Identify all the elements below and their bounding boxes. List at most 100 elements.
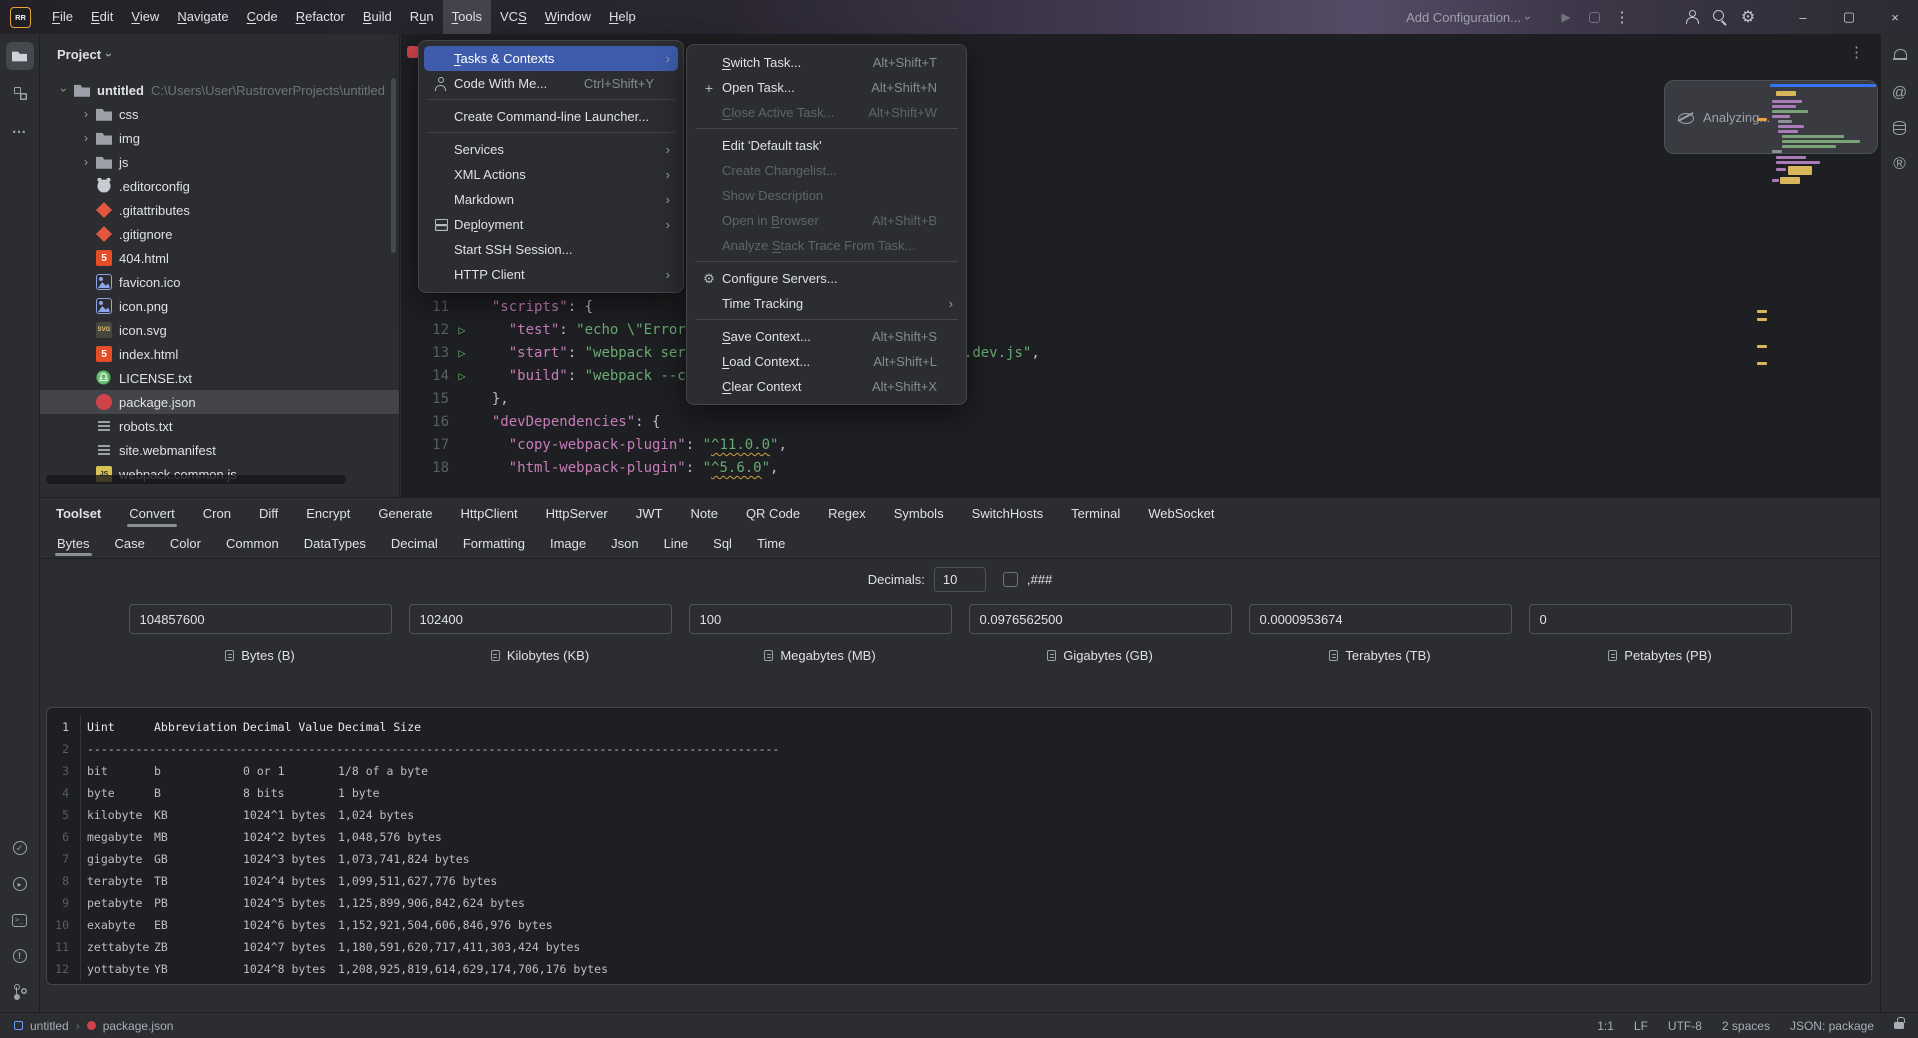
version-control-tool-button[interactable] — [6, 978, 34, 1006]
statusbar-widget[interactable]: JSON: package — [1790, 1019, 1874, 1033]
more-tool-windows-button[interactable]: … — [6, 114, 34, 142]
convert-subtab[interactable]: Color — [170, 529, 201, 558]
toolset-tab[interactable]: SwitchHosts — [972, 498, 1044, 529]
run-tool-button[interactable]: ▸ — [6, 870, 34, 898]
close-button[interactable]: × — [1872, 0, 1918, 34]
toolset-tab[interactable]: Convert — [129, 498, 175, 529]
converter-input[interactable] — [1529, 604, 1792, 634]
tree-item[interactable]: .gitignore — [40, 222, 399, 246]
toolset-tab[interactable]: Symbols — [894, 498, 944, 529]
statusbar-widget[interactable]: UTF-8 — [1668, 1019, 1702, 1033]
convert-subtab[interactable]: DataTypes — [304, 529, 366, 558]
search-everywhere-button[interactable] — [1706, 3, 1734, 31]
menu-item[interactable]: Open in Browser Alt+Shift+B — [692, 208, 961, 233]
convert-subtab[interactable]: Bytes — [57, 529, 90, 558]
minimize-button[interactable]: – — [1780, 0, 1826, 34]
toolset-tab[interactable]: HttpServer — [546, 498, 608, 529]
menubar-item[interactable]: VCS — [491, 0, 536, 34]
code-with-me-button[interactable] — [1678, 3, 1706, 31]
tree-item[interactable]: index.html — [40, 342, 399, 366]
statusbar-widget[interactable]: LF — [1634, 1019, 1648, 1033]
menu-item[interactable]: Clear Context Alt+Shift+X — [692, 374, 961, 399]
toolset-tab[interactable]: Cron — [203, 498, 231, 529]
tree-item[interactable]: css — [40, 102, 399, 126]
toolset-tab[interactable]: Regex — [828, 498, 866, 529]
run-options-button[interactable] — [1580, 3, 1608, 31]
menu-item[interactable]: Show Description — [692, 183, 961, 208]
thousands-separator-checkbox[interactable] — [1003, 572, 1018, 587]
menubar-item[interactable]: Navigate — [168, 0, 237, 34]
converter-input[interactable] — [689, 604, 952, 634]
menubar-item[interactable]: Help — [600, 0, 645, 34]
toolset-tab[interactable]: QR Code — [746, 498, 800, 529]
problems-tool-button[interactable]: ! — [6, 942, 34, 970]
rust-tool-button[interactable]: ® — [1886, 150, 1914, 178]
toolset-tab[interactable]: Note — [690, 498, 717, 529]
menubar-item[interactable]: Refactor — [287, 0, 354, 34]
menu-item[interactable]: Start SSH Session... — [424, 237, 678, 262]
tree-item[interactable]: LICENSE.txt — [40, 366, 399, 390]
editor-error-stripe[interactable] — [1757, 0, 1767, 497]
units-reference-table[interactable]: 1 Uint Abbreviation Decimal Value Decima… — [46, 707, 1872, 985]
project-horizontal-scrollbar[interactable] — [46, 475, 346, 484]
terminal-tool-button[interactable]: >_ — [6, 906, 34, 934]
convert-subtab[interactable]: Time — [757, 529, 785, 558]
menu-item[interactable]: Markdown — [424, 187, 678, 212]
tab-options-icon[interactable]: ⋮ — [1849, 43, 1864, 61]
tree-item[interactable]: js — [40, 150, 399, 174]
menu-item[interactable]: Configure Servers... — [692, 266, 961, 291]
tree-item[interactable]: icon.svg — [40, 318, 399, 342]
menu-item[interactable]: HTTP Client — [424, 262, 678, 287]
settings-button[interactable]: ⚙ — [1734, 3, 1762, 31]
menu-item[interactable]: Create Changelist... — [692, 158, 961, 183]
toolset-tab[interactable]: Diff — [259, 498, 278, 529]
menu-item[interactable]: Services — [424, 137, 678, 162]
notifications-button[interactable] — [1886, 42, 1914, 70]
menu-item[interactable]: Switch Task... Alt+Shift+T — [692, 50, 961, 75]
menubar-item[interactable]: Tools — [443, 0, 491, 34]
decimals-input[interactable] — [934, 567, 986, 592]
structure-tool-button[interactable] — [6, 78, 34, 106]
menu-item[interactable]: Close Active Task... Alt+Shift+W — [692, 100, 961, 125]
menubar-item[interactable]: Code — [238, 0, 287, 34]
toolset-tab[interactable]: HttpClient — [461, 498, 518, 529]
toolset-title[interactable]: Toolset — [56, 506, 101, 521]
menu-item[interactable]: Save Context... Alt+Shift+S — [692, 324, 961, 349]
copy-icon[interactable] — [1047, 650, 1056, 661]
convert-subtab[interactable]: Sql — [713, 529, 732, 558]
tree-item[interactable]: robots.txt — [40, 414, 399, 438]
run-configuration-selector[interactable]: Add Configuration... — [1406, 10, 1530, 25]
tree-item[interactable]: .gitattributes — [40, 198, 399, 222]
tree-item[interactable]: favicon.ico — [40, 270, 399, 294]
menubar-item[interactable]: Build — [354, 0, 401, 34]
menu-item[interactable]: Time Tracking — [692, 291, 961, 316]
menubar-item[interactable]: File — [43, 0, 82, 34]
breadcrumb-project[interactable]: untitled — [30, 1019, 69, 1033]
statusbar-widget[interactable]: 2 spaces — [1722, 1019, 1770, 1033]
tree-item[interactable]: 404.html — [40, 246, 399, 270]
converter-input[interactable] — [969, 604, 1232, 634]
tree-item[interactable]: site.webmanifest — [40, 438, 399, 462]
menu-item[interactable]: Deployment — [424, 212, 678, 237]
tree-item[interactable]: img — [40, 126, 399, 150]
menu-item[interactable]: Load Context... Alt+Shift+L — [692, 349, 961, 374]
menu-item[interactable]: Tasks & Contexts — [424, 46, 678, 71]
writable-lock-icon[interactable] — [1894, 1022, 1904, 1029]
toolset-tab[interactable]: JWT — [636, 498, 663, 529]
menubar-item[interactable]: View — [122, 0, 168, 34]
convert-subtab[interactable]: Common — [226, 529, 279, 558]
tree-item[interactable]: .editorconfig — [40, 174, 399, 198]
tree-chevron-icon[interactable] — [56, 83, 72, 97]
copy-icon[interactable] — [1608, 650, 1617, 661]
toolset-tab[interactable]: Generate — [378, 498, 432, 529]
convert-subtab[interactable]: Decimal — [391, 529, 438, 558]
run-gutter-icon[interactable]: ▷ — [449, 319, 475, 342]
convert-subtab[interactable]: Line — [664, 529, 689, 558]
menu-item[interactable]: XML Actions — [424, 162, 678, 187]
maximize-button[interactable]: ▢ — [1826, 0, 1872, 34]
converter-input[interactable] — [409, 604, 672, 634]
copy-icon[interactable] — [225, 650, 234, 661]
menu-item[interactable]: Open Task... Alt+Shift+N — [692, 75, 961, 100]
menubar-item[interactable]: Edit — [82, 0, 122, 34]
convert-subtab[interactable]: Case — [115, 529, 145, 558]
